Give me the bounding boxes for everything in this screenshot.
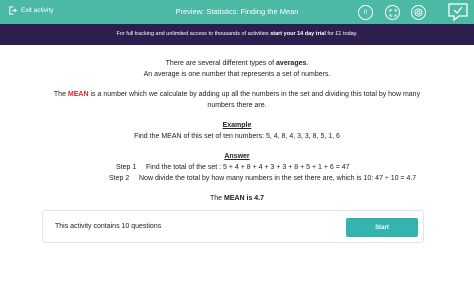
trial-banner[interactable]: For full tracking and unlimited access t… [0,24,474,45]
banner-text-end: for £1 today. [325,31,358,37]
intro-line-2: An average is one number that represents… [143,71,331,78]
step1-text: Find the total of the set : 5 + 4 + 8 + … [146,164,350,171]
definition-line-1: The MEAN is a number which we calculate … [0,90,474,99]
mean-result: The MEAN is 4.7 [0,194,474,203]
example-heading: Example [222,122,252,129]
question-count-text: This activity contains 10 questions [55,223,162,230]
definition-line-2: numbers there are. [207,102,267,109]
activity-content: There are several different types of ave… [0,45,474,296]
score-counter: 0 [358,5,373,20]
banner-text: For full tracking and unlimited access t… [116,31,271,37]
definition-text: is a number which we calculate by adding… [88,91,421,98]
logo-icon [448,3,468,22]
answer-heading: Answer [224,153,250,160]
activity-info-card: This activity contains 10 questions Star… [42,210,424,243]
example-question: Find the MEAN of this set of ten numbers… [134,133,340,140]
expand-icon [389,9,396,16]
result-lead: The [209,195,224,202]
intro-line-1: There are several different types of ave… [0,59,474,68]
banner-trial-link[interactable]: start your 14 day trial [270,31,326,37]
step2-label: Step 2 [109,175,130,182]
score-count: 0 [363,9,368,16]
lifebuoy-icon [414,8,423,17]
fullscreen-button[interactable] [385,5,400,20]
step2-text: Now divide the total by how many numbers… [139,175,417,182]
intro-text: There are several different types of [165,60,277,67]
intro-period: . [306,60,309,67]
page-title: Preview: Statistics: Finding the Mean [175,7,299,16]
help-button[interactable] [411,5,426,20]
mean-word: MEAN [67,91,89,98]
averages-word: averages [276,60,307,67]
start-button[interactable]: Start [346,218,418,237]
step1-label: Step 1 [116,164,137,171]
top-bar: Exit activity Preview: Statistics: Findi… [0,0,474,24]
result-value: MEAN is 4.7 [223,195,265,202]
definition-lead: The [53,91,68,98]
